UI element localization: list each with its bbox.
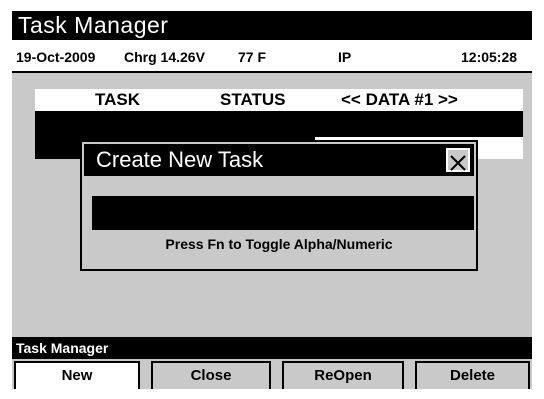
- close-icon-glyph: [450, 155, 466, 171]
- task-manager-screen: Task Manager 19-Oct-2009 Chrg 14.26V 77 …: [0, 0, 544, 399]
- dialog-title: Create New Task: [96, 147, 264, 172]
- status-date: 19-Oct-2009: [16, 49, 96, 65]
- task-list-area: TASK STATUS << DATA #1 >> Create New Tas…: [12, 73, 532, 337]
- dialog-hint: Press Fn to Toggle Alpha/Numeric: [165, 236, 393, 252]
- status-mode: IP: [338, 49, 352, 65]
- status-charge: Chrg 14.26V: [124, 49, 205, 65]
- app-title: Task Manager: [12, 11, 532, 40]
- new-button[interactable]: New: [14, 361, 140, 389]
- close-x-icon[interactable]: [446, 148, 470, 172]
- status-bar: 19-Oct-2009 Chrg 14.26V 77 F IP 12:05:28: [12, 40, 532, 73]
- task-name-input[interactable]: [92, 196, 474, 230]
- task-row-selected[interactable]: [35, 111, 523, 137]
- column-header-status[interactable]: STATUS: [220, 90, 285, 110]
- soft-key-bar: New Close ReOpen Delete: [12, 359, 532, 389]
- column-header-data[interactable]: << DATA #1 >>: [341, 90, 458, 110]
- status-time: 12:05:28: [461, 49, 518, 65]
- task-table-header: TASK STATUS << DATA #1 >>: [35, 89, 523, 111]
- delete-button[interactable]: Delete: [415, 361, 530, 389]
- footer-title: Task Manager: [12, 337, 532, 359]
- close-button[interactable]: Close: [151, 361, 271, 389]
- column-header-task[interactable]: TASK: [95, 90, 140, 110]
- status-temperature: 77 F: [238, 49, 267, 65]
- reopen-button[interactable]: ReOpen: [282, 361, 404, 389]
- create-task-dialog: Create New Task Press Fn to Toggle Alpha…: [80, 140, 478, 271]
- dialog-title-bar: Create New Task: [84, 144, 474, 176]
